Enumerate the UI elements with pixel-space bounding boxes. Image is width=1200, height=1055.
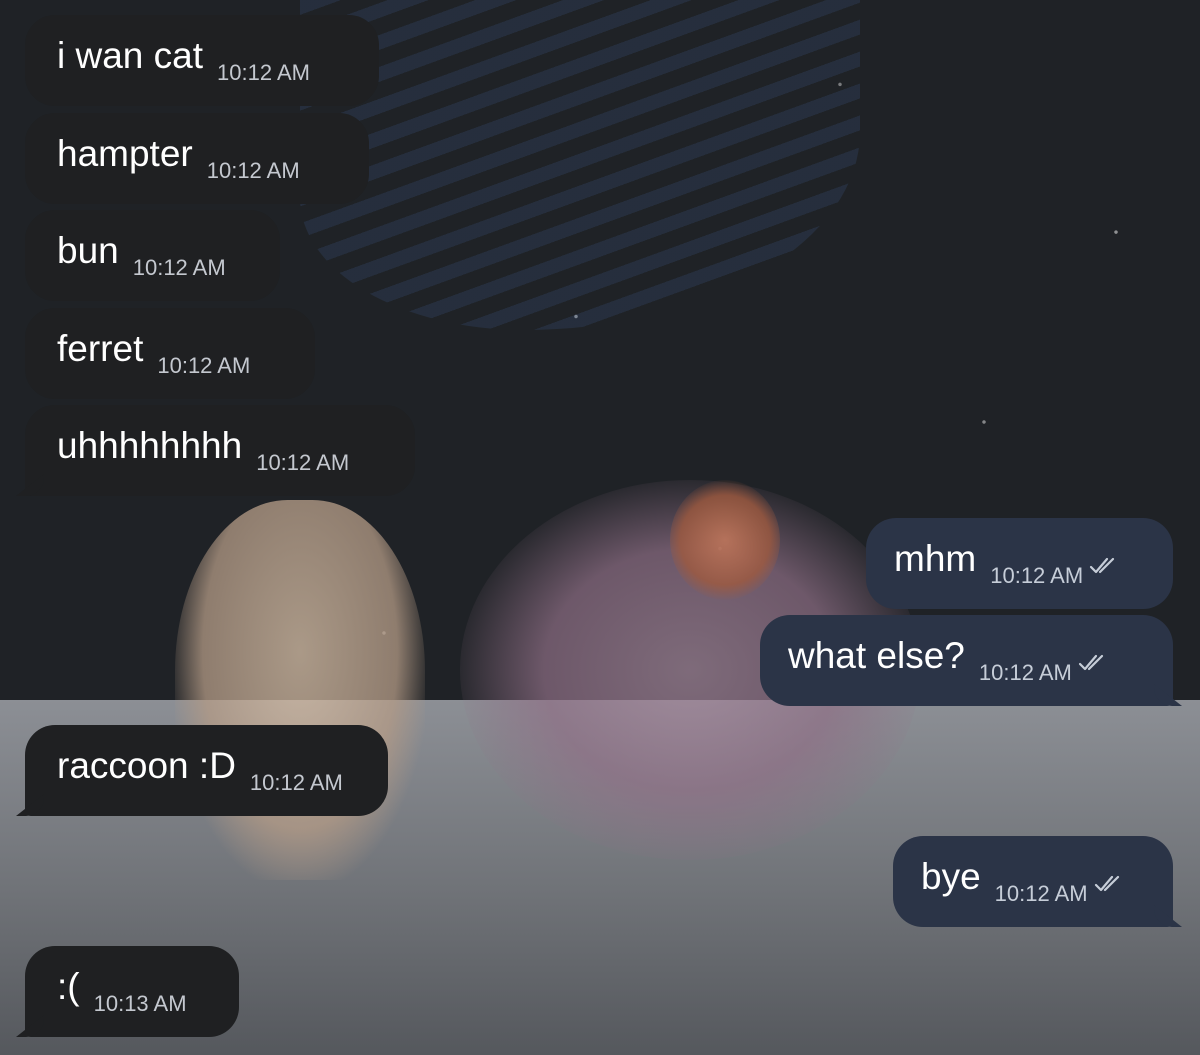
message-timestamp: 10:12 AM	[217, 60, 310, 85]
double-check-icon	[1089, 557, 1119, 580]
wallpaper-figure-left	[175, 500, 425, 880]
message-timestamp: 10:12 AM	[206, 158, 300, 183]
message-timestamp: 10:12 AM	[978, 660, 1072, 685]
message-timestamp: 10:12 AM	[990, 563, 1084, 588]
double-check-icon	[1078, 654, 1108, 677]
wallpaper-wave-pattern	[300, 0, 860, 330]
message-timestamp: 10:12 AM	[994, 881, 1088, 906]
message-text: bun	[57, 230, 119, 271]
outgoing-message-bubble[interactable]: what else? 10:12 AM	[760, 615, 1182, 706]
outgoing-message-bubble[interactable]: mhm 10:12 AM	[866, 518, 1173, 609]
wallpaper-figure-right-head	[670, 480, 780, 600]
incoming-message-bubble[interactable]: raccoon :D 10:12 AM	[16, 725, 388, 816]
message-timestamp: 10:13 AM	[93, 991, 187, 1016]
incoming-message-bubble[interactable]: ferret 10:12 AM	[25, 308, 315, 399]
message-text: i wan cat	[57, 35, 204, 76]
message-text: what else?	[788, 635, 965, 676]
incoming-message-bubble[interactable]: :( 10:13 AM	[16, 946, 239, 1037]
message-text: ferret	[57, 328, 144, 369]
message-text: mhm	[894, 538, 977, 579]
message-text: raccoon :D	[57, 745, 236, 786]
incoming-message-bubble[interactable]: uhhhhhhhh 10:12 AM	[16, 405, 415, 496]
incoming-message-bubble[interactable]: bun 10:12 AM	[25, 210, 280, 301]
incoming-message-bubble[interactable]: i wan cat 10:12 AM	[25, 15, 379, 106]
message-text: :(	[57, 966, 80, 1007]
message-text: hampter	[57, 133, 193, 174]
incoming-message-bubble[interactable]: hampter 10:12 AM	[25, 113, 369, 204]
message-text: uhhhhhhhh	[57, 425, 243, 466]
message-timestamp: 10:12 AM	[249, 770, 343, 795]
message-timestamp: 10:12 AM	[157, 353, 251, 378]
message-timestamp: 10:12 AM	[256, 450, 350, 475]
message-timestamp: 10:12 AM	[132, 255, 226, 280]
double-check-icon	[1094, 875, 1124, 898]
message-text: bye	[921, 856, 981, 897]
outgoing-message-bubble[interactable]: bye 10:12 AM	[893, 836, 1182, 927]
